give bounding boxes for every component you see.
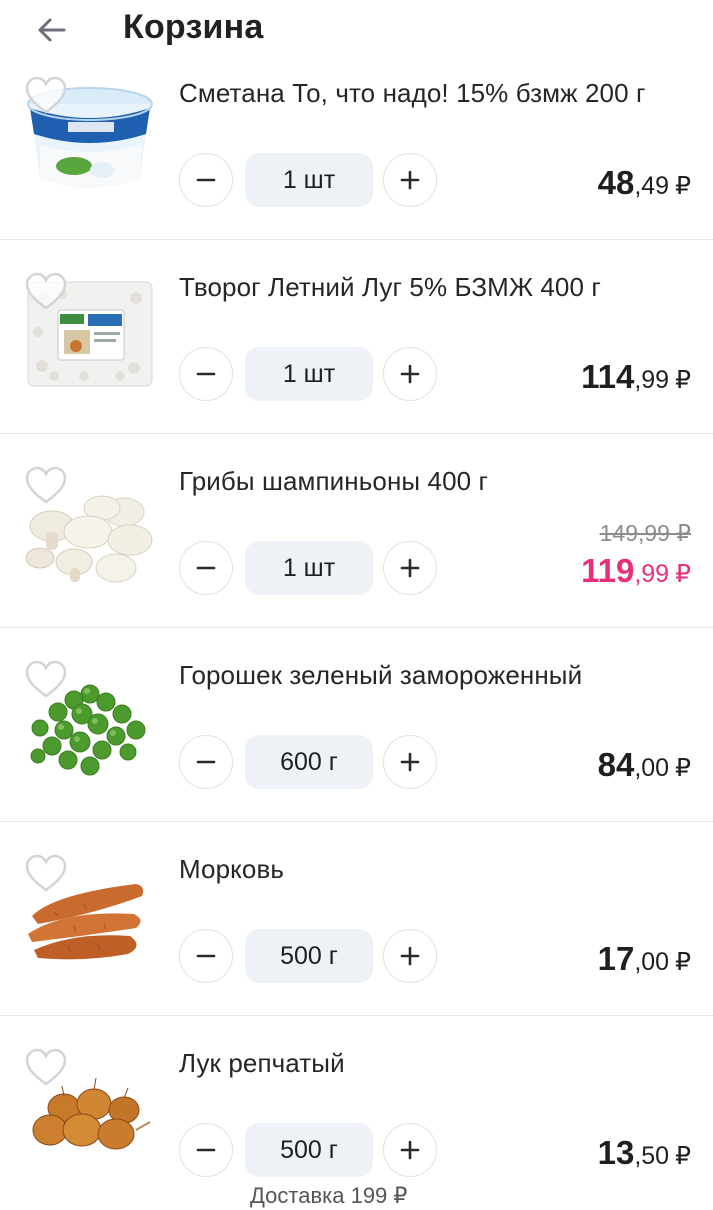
minus-icon [196,566,216,570]
plus-icon [400,170,420,190]
item-price: 17,00 ₽ [597,940,691,977]
item-name: Лук репчатый [179,1048,345,1078]
increase-quantity-button[interactable] [383,153,437,207]
favorite-heart-icon[interactable] [24,854,68,894]
favorite-heart-icon[interactable] [24,466,68,506]
decrease-quantity-button[interactable] [179,735,233,789]
decrease-quantity-button[interactable] [179,347,233,401]
minus-icon [196,760,216,764]
favorite-heart-icon[interactable] [24,76,68,116]
decrease-quantity-button[interactable] [179,929,233,983]
minus-icon [196,372,216,376]
item-price: 84,00 ₽ [597,746,691,783]
minus-icon [196,954,216,958]
item-name: Горошек зеленый замороженный [179,660,583,690]
page-title: Корзина [123,8,264,46]
cart-item: Творог Летний Луг 5% БЗМЖ 400 г 1 шт 114… [0,240,713,434]
item-name: Творог Летний Луг 5% БЗМЖ 400 г [179,272,601,302]
old-price: 149,99 ₽ [599,520,691,546]
increase-quantity-button[interactable] [383,929,437,983]
footer-partial-text: Доставка 199 ₽ [250,1183,408,1208]
cart-item: Морковь 500 г 17,00 ₽ [0,822,713,1016]
increase-quantity-button[interactable] [383,347,437,401]
plus-icon [400,1140,420,1160]
quantity-value[interactable]: 1 шт [245,541,373,595]
quantity-value[interactable]: 1 шт [245,347,373,401]
plus-icon [400,558,420,578]
decrease-quantity-button[interactable] [179,541,233,595]
favorite-heart-icon[interactable] [24,272,68,312]
item-price: 114,99 ₽ [581,358,691,395]
item-price: 119,99 ₽ [581,552,691,589]
minus-icon [196,178,216,182]
quantity-value[interactable]: 500 г [245,929,373,983]
cart-item: Сметана То, что надо! 15% бзмж 200 г 1 ш… [0,46,713,240]
increase-quantity-button[interactable] [383,541,437,595]
item-price: 48,49 ₽ [597,164,691,201]
quantity-value[interactable]: 600 г [245,735,373,789]
minus-icon [196,1148,216,1152]
item-name: Сметана То, что надо! 15% бзмж 200 г [179,78,646,108]
decrease-quantity-button[interactable] [179,153,233,207]
quantity-value[interactable]: 500 г [245,1123,373,1177]
arrow-left-icon [38,18,66,42]
cart-item: Горошек зеленый замороженный 600 г 84,00… [0,628,713,822]
plus-icon [400,946,420,966]
increase-quantity-button[interactable] [383,1123,437,1177]
header: Корзина [0,0,713,62]
quantity-value[interactable]: 1 шт [245,153,373,207]
back-button[interactable] [30,8,74,52]
decrease-quantity-button[interactable] [179,1123,233,1177]
item-price: 13,50 ₽ [597,1134,691,1171]
increase-quantity-button[interactable] [383,735,437,789]
plus-icon [400,364,420,384]
item-name: Морковь [179,854,285,884]
item-name: Грибы шампиньоны 400 г [179,466,489,496]
cart-item: Лук репчатый 500 г 13,50 ₽ [0,1016,713,1210]
favorite-heart-icon[interactable] [24,660,68,700]
favorite-heart-icon[interactable] [24,1048,68,1088]
plus-icon [400,752,420,772]
cart-item: Грибы шампиньоны 400 г 1 шт 149,99 ₽ 119… [0,434,713,628]
